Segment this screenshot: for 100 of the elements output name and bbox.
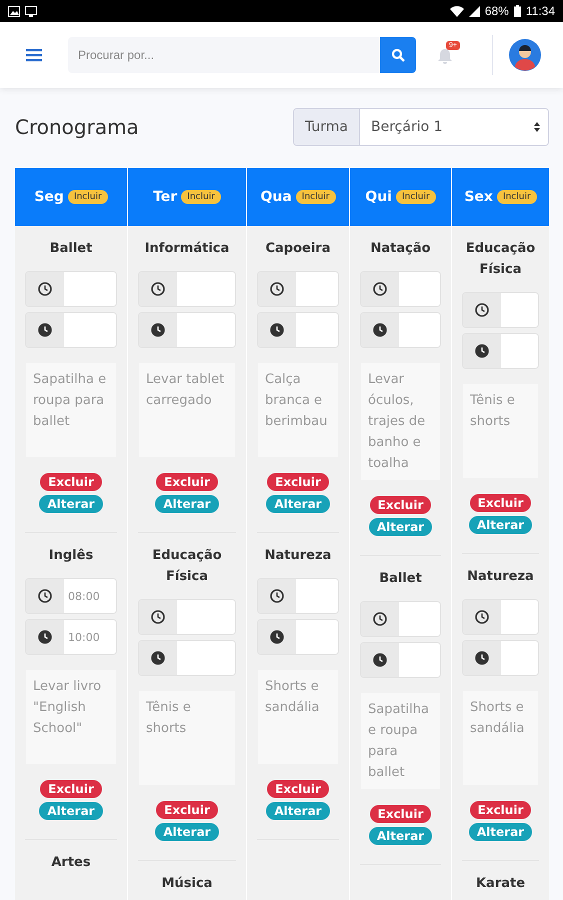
note-field[interactable]: Levar tablet carregado — [139, 363, 235, 457]
note-field[interactable]: Levar livro "English School" — [26, 670, 116, 764]
start-time-input[interactable] — [177, 600, 235, 634]
start-time-input[interactable] — [501, 600, 538, 634]
end-time-field[interactable] — [257, 312, 339, 348]
add-button[interactable]: Incluir — [496, 190, 537, 204]
activity-title: Educação Física — [464, 240, 536, 279]
edit-button[interactable]: Alterar — [155, 495, 219, 513]
end-time-input[interactable] — [501, 334, 538, 368]
start-time-input[interactable] — [399, 272, 440, 306]
bell-icon[interactable] — [438, 49, 452, 65]
delete-button[interactable]: Excluir — [267, 473, 329, 491]
activity-title: Artes — [51, 854, 91, 872]
end-time-input[interactable] — [177, 641, 235, 675]
clock-icon — [258, 313, 296, 347]
note-field[interactable]: Tênis e shorts — [139, 691, 235, 785]
note-field[interactable]: Levar óculos, trajes de banho e toalha — [361, 363, 440, 480]
end-time-input[interactable] — [296, 620, 338, 654]
end-time-input[interactable] — [296, 313, 338, 347]
start-time-field[interactable] — [462, 292, 539, 328]
end-time-field[interactable] — [138, 640, 236, 676]
page-title: Cronograma — [15, 115, 139, 139]
clock-icon — [26, 313, 64, 347]
start-time-input[interactable] — [501, 293, 538, 327]
note-field[interactable]: Sapatilha e roupa para ballet — [26, 363, 116, 457]
clock-icon — [139, 641, 177, 675]
end-time-field[interactable] — [138, 312, 236, 348]
start-time-field[interactable]: 08:00 — [25, 578, 117, 614]
clock-icon — [463, 293, 501, 327]
add-button[interactable]: Incluir — [181, 190, 221, 204]
edit-button[interactable]: Alterar — [266, 802, 330, 820]
end-time-field[interactable]: 10:00 — [25, 619, 117, 655]
clock-icon — [26, 579, 64, 613]
start-time-input[interactable] — [296, 272, 338, 306]
edit-button[interactable]: Alterar — [368, 518, 432, 536]
search-button[interactable] — [380, 37, 416, 73]
add-button[interactable]: Incluir — [396, 190, 436, 204]
start-time-input[interactable] — [64, 272, 116, 306]
end-time-input[interactable]: 10:00 — [64, 620, 116, 654]
note-field[interactable]: Shorts e sandália — [258, 670, 338, 764]
edit-button[interactable]: Alterar — [39, 495, 103, 513]
battery-icon — [514, 5, 521, 17]
start-time-field[interactable] — [360, 271, 441, 307]
delete-button[interactable]: Excluir — [156, 473, 218, 491]
add-button[interactable]: Incluir — [68, 190, 108, 204]
note-field[interactable]: Tênis e shorts — [463, 384, 538, 478]
end-time-input[interactable] — [399, 643, 440, 677]
start-time-input[interactable] — [177, 272, 235, 306]
activity-title: Ballet — [379, 570, 422, 588]
end-time-input[interactable] — [64, 313, 116, 347]
activity-title: Música — [162, 875, 212, 893]
clock-icon — [463, 641, 501, 675]
note-field[interactable]: Shorts e sandália — [463, 691, 538, 785]
delete-button[interactable]: Excluir — [267, 780, 329, 798]
wifi-icon — [450, 6, 464, 16]
end-time-field[interactable] — [462, 640, 539, 676]
edit-button[interactable]: Alterar — [468, 823, 532, 841]
edit-button[interactable]: Alterar — [39, 802, 103, 820]
day-label: Seg — [34, 189, 64, 205]
search-icon — [391, 48, 405, 62]
add-button[interactable]: Incluir — [296, 190, 336, 204]
clock-icon — [258, 579, 296, 613]
start-time-field[interactable] — [138, 271, 236, 307]
clock-icon — [361, 643, 399, 677]
start-time-field[interactable] — [138, 599, 236, 635]
start-time-input[interactable] — [399, 602, 440, 636]
clock-icon — [26, 272, 64, 306]
end-time-field[interactable] — [360, 642, 441, 678]
clock-icon — [258, 272, 296, 306]
delete-button[interactable]: Excluir — [156, 801, 218, 819]
delete-button[interactable]: Excluir — [40, 473, 102, 491]
end-time-input[interactable] — [399, 313, 440, 347]
note-field[interactable]: Sapatilha e roupa para ballet — [361, 693, 440, 789]
delete-button[interactable]: Excluir — [370, 496, 432, 514]
end-time-field[interactable] — [25, 312, 117, 348]
note-field[interactable]: Calça branca e berimbau — [258, 363, 338, 457]
signal-icon — [468, 6, 480, 16]
end-time-input[interactable] — [177, 313, 235, 347]
delete-button[interactable]: Excluir — [40, 780, 102, 798]
edit-button[interactable]: Alterar — [468, 516, 532, 534]
delete-button[interactable]: Excluir — [470, 494, 532, 512]
delete-button[interactable]: Excluir — [470, 801, 532, 819]
edit-button[interactable]: Alterar — [266, 495, 330, 513]
start-time-field[interactable] — [25, 271, 117, 307]
battery-percent: 68% — [484, 4, 509, 18]
start-time-field[interactable] — [257, 578, 339, 614]
start-time-input[interactable]: 08:00 — [64, 579, 116, 613]
end-time-field[interactable] — [462, 333, 539, 369]
end-time-field[interactable] — [257, 619, 339, 655]
end-time-input[interactable] — [501, 641, 538, 675]
start-time-field[interactable] — [257, 271, 339, 307]
start-time-field[interactable] — [360, 601, 441, 637]
end-time-field[interactable] — [360, 312, 441, 348]
delete-button[interactable]: Excluir — [370, 805, 432, 823]
start-time-input[interactable] — [296, 579, 338, 613]
menu-icon[interactable] — [26, 48, 42, 62]
edit-button[interactable]: Alterar — [155, 823, 219, 841]
start-time-field[interactable] — [462, 599, 539, 635]
avatar[interactable] — [509, 39, 541, 71]
edit-button[interactable]: Alterar — [368, 827, 432, 845]
